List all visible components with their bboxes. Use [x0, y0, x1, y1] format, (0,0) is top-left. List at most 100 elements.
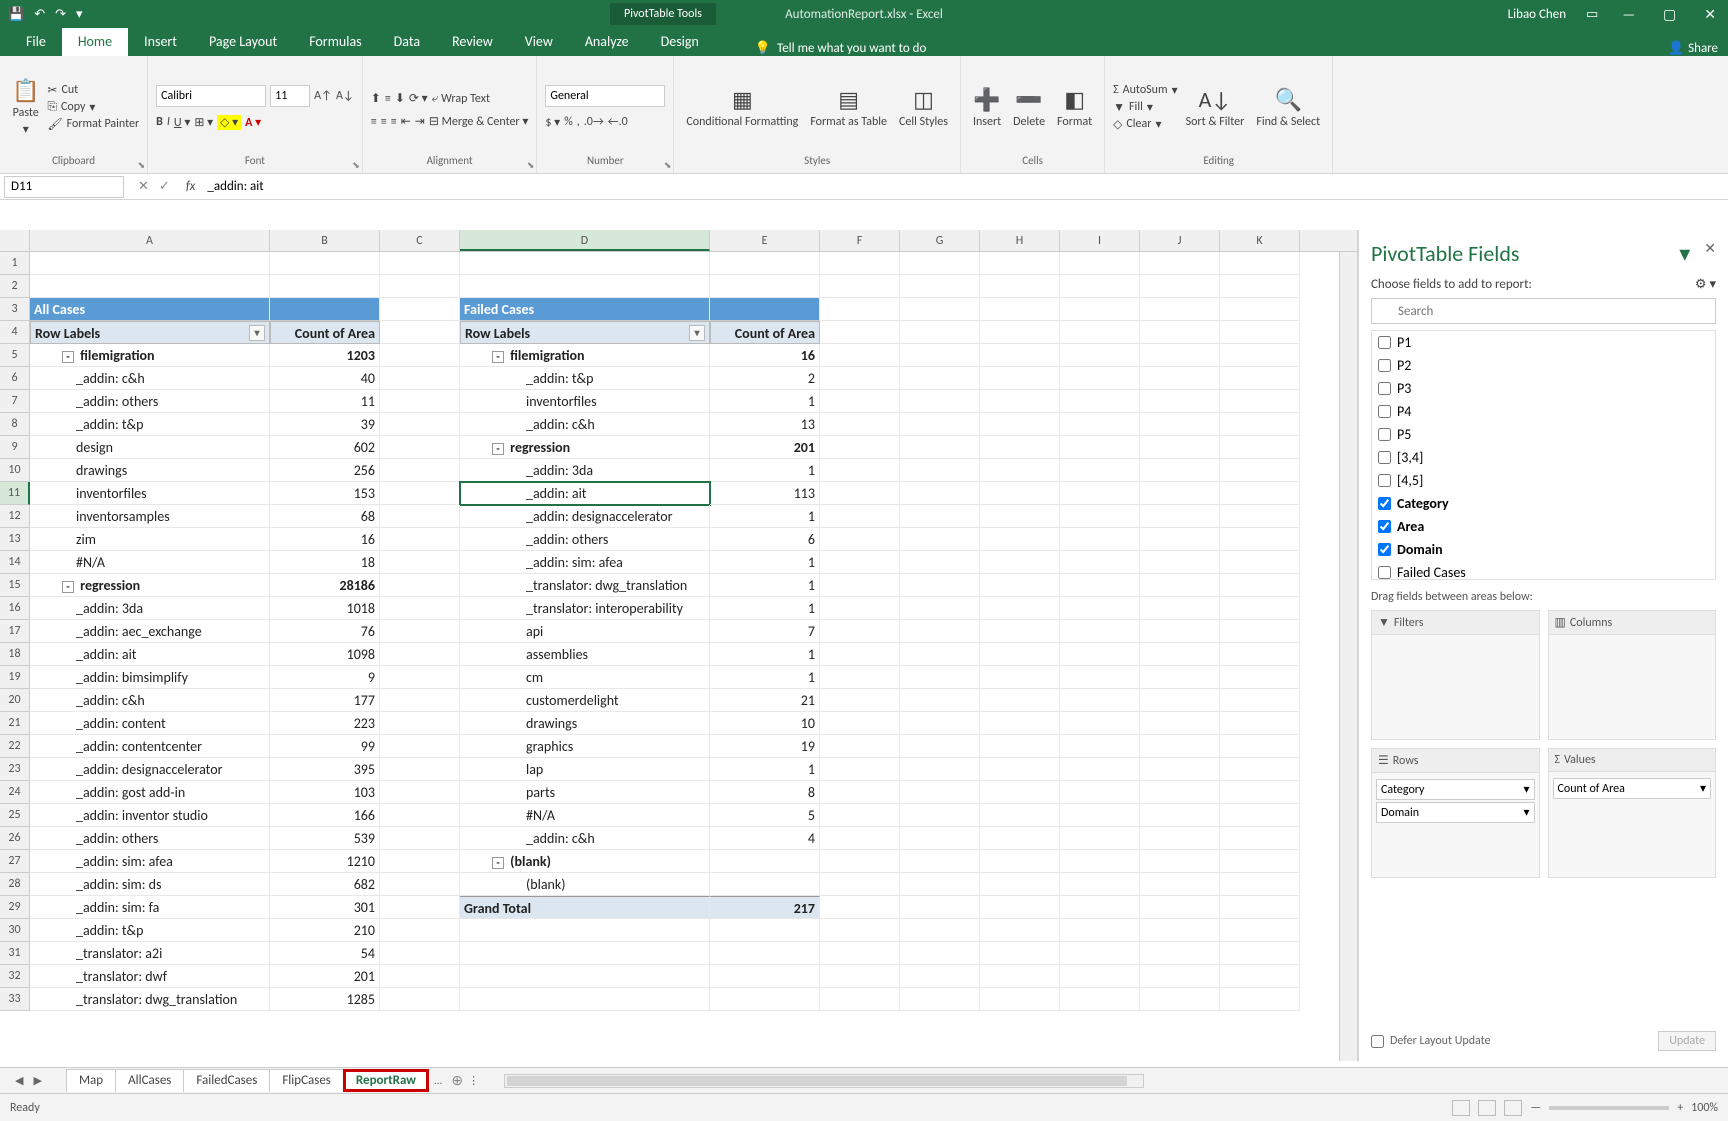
pivot2-row-value[interactable]: 1	[710, 390, 820, 413]
italic-button[interactable]: I	[167, 115, 170, 129]
grid-cell[interactable]	[1060, 574, 1140, 597]
pivot-pane-close-icon[interactable]: ✕	[1704, 240, 1716, 267]
grid-cell[interactable]	[1060, 735, 1140, 758]
grid-cell[interactable]	[1060, 643, 1140, 666]
grid-cell[interactable]	[460, 988, 710, 1011]
grid-cell[interactable]	[900, 850, 980, 873]
grid-cell[interactable]	[1220, 620, 1300, 643]
grid-cell[interactable]	[820, 298, 900, 321]
underline-button[interactable]: U ▾	[174, 115, 190, 130]
sheet-tab-flipcases[interactable]: FlipCases	[269, 1069, 344, 1092]
tab-home[interactable]: Home	[62, 27, 128, 56]
grid-cell[interactable]	[460, 252, 710, 275]
sheet-tab-failedcases[interactable]: FailedCases	[183, 1069, 270, 1092]
grid-cell[interactable]	[380, 482, 460, 505]
pivot2-row-label[interactable]: parts	[460, 781, 710, 804]
field-item[interactable]: [3,4]	[1372, 446, 1715, 469]
grid-cell[interactable]	[980, 436, 1060, 459]
grid-cell[interactable]	[980, 390, 1060, 413]
zoom-level[interactable]: 100%	[1691, 1101, 1718, 1115]
row-header[interactable]: 11	[0, 482, 30, 505]
values-drop-zone[interactable]: ΣValues Count of Area ▾	[1548, 748, 1717, 878]
grid-cell[interactable]	[820, 850, 900, 873]
row-header[interactable]: 14	[0, 551, 30, 574]
pivot2-row-label[interactable]: customerdelight	[460, 689, 710, 712]
grid-cell[interactable]	[980, 551, 1060, 574]
grid-cell[interactable]	[980, 344, 1060, 367]
pivot2-row-value[interactable]: 7	[710, 620, 820, 643]
pivot1-row-label[interactable]: _addin: sim: afea	[30, 850, 270, 873]
field-checkbox[interactable]	[1378, 451, 1391, 464]
grid-cell[interactable]	[820, 459, 900, 482]
pivot1-row-value[interactable]: 103	[270, 781, 380, 804]
horizontal-scrollbar[interactable]	[504, 1074, 1144, 1088]
field-checkbox[interactable]	[1378, 405, 1391, 418]
pivot2-row-label[interactable]: _translator: interoperability	[460, 597, 710, 620]
currency-icon[interactable]: $ ▾	[545, 115, 560, 130]
grid-cell[interactable]	[900, 597, 980, 620]
grid-cell[interactable]	[1220, 942, 1300, 965]
grid-cell[interactable]	[980, 873, 1060, 896]
grid-cell[interactable]	[1060, 597, 1140, 620]
grid-cell[interactable]	[1060, 367, 1140, 390]
grid-cell[interactable]	[1060, 873, 1140, 896]
pivot1-row-label[interactable]: _addin: bimsimplify	[30, 666, 270, 689]
grid-cell[interactable]	[980, 367, 1060, 390]
grid-cell[interactable]	[820, 344, 900, 367]
row-header[interactable]: 23	[0, 758, 30, 781]
pivot1-row-label[interactable]: _addin: sim: ds	[30, 873, 270, 896]
pivot1-row-value[interactable]: 18	[270, 551, 380, 574]
page-layout-view-icon[interactable]	[1478, 1100, 1496, 1116]
grid-cell[interactable]	[380, 850, 460, 873]
font-name-input[interactable]	[156, 85, 266, 107]
grid-cell[interactable]	[980, 689, 1060, 712]
align-left-icon[interactable]: ≡	[371, 115, 377, 129]
pivot2-row-value[interactable]: 1	[710, 597, 820, 620]
tell-me-input[interactable]: Tell me what you want to do	[777, 41, 926, 56]
grid-cell[interactable]	[900, 413, 980, 436]
row-header[interactable]: 10	[0, 459, 30, 482]
grid-cell[interactable]	[30, 252, 270, 275]
grid-cell[interactable]	[1220, 873, 1300, 896]
grid-cell[interactable]	[980, 597, 1060, 620]
grid-cell[interactable]	[1140, 528, 1220, 551]
grid-cell[interactable]	[1220, 850, 1300, 873]
col-header-E[interactable]: E	[710, 230, 820, 251]
grid-cell[interactable]	[380, 321, 460, 344]
pivot2-row-label[interactable]: inventorfiles	[460, 390, 710, 413]
grid-cell[interactable]	[1220, 758, 1300, 781]
pivot1-row-label[interactable]: _translator: a2i	[30, 942, 270, 965]
comma-icon[interactable]: ,	[577, 115, 580, 129]
font-launcher-icon[interactable]: ⬊	[352, 160, 360, 171]
grid-cell[interactable]	[1220, 275, 1300, 298]
pivot2-row-value[interactable]: 19	[710, 735, 820, 758]
row-header[interactable]: 31	[0, 942, 30, 965]
pivot1-row-value[interactable]: 11	[270, 390, 380, 413]
pivot1-row-value[interactable]: 39	[270, 413, 380, 436]
grid-cell[interactable]	[1060, 712, 1140, 735]
grid-cell[interactable]	[900, 666, 980, 689]
grid-cell[interactable]	[380, 390, 460, 413]
undo-icon[interactable]: ↶	[34, 7, 45, 22]
grid-cell[interactable]	[820, 735, 900, 758]
grid-cell[interactable]	[1140, 344, 1220, 367]
pivot1-row-label[interactable]: inventorsamples	[30, 505, 270, 528]
decrease-indent-icon[interactable]: ⇤	[401, 114, 411, 129]
pivot1-row-value[interactable]: 1203	[270, 344, 380, 367]
cut-button[interactable]: ✂ Cut	[47, 83, 139, 98]
grid-cell[interactable]	[380, 919, 460, 942]
grid-cell[interactable]	[1140, 482, 1220, 505]
grid-cell[interactable]	[380, 505, 460, 528]
row-header[interactable]: 3	[0, 298, 30, 321]
pivot1-row-value[interactable]: 54	[270, 942, 380, 965]
pivot1-rowlabels[interactable]: Row Labels▾	[30, 321, 270, 344]
pivot1-row-label[interactable]: _addin: gost add-in	[30, 781, 270, 804]
increase-font-icon[interactable]: A↑	[314, 89, 332, 103]
autosum-button[interactable]: Σ AutoSum ▾	[1113, 83, 1177, 98]
zoom-slider[interactable]	[1549, 1106, 1669, 1110]
number-launcher-icon[interactable]: ⬊	[664, 160, 672, 171]
pivot1-row-value[interactable]: 301	[270, 896, 380, 919]
grid-cell[interactable]	[900, 781, 980, 804]
grid-cell[interactable]	[980, 298, 1060, 321]
grid-cell[interactable]	[1140, 827, 1220, 850]
